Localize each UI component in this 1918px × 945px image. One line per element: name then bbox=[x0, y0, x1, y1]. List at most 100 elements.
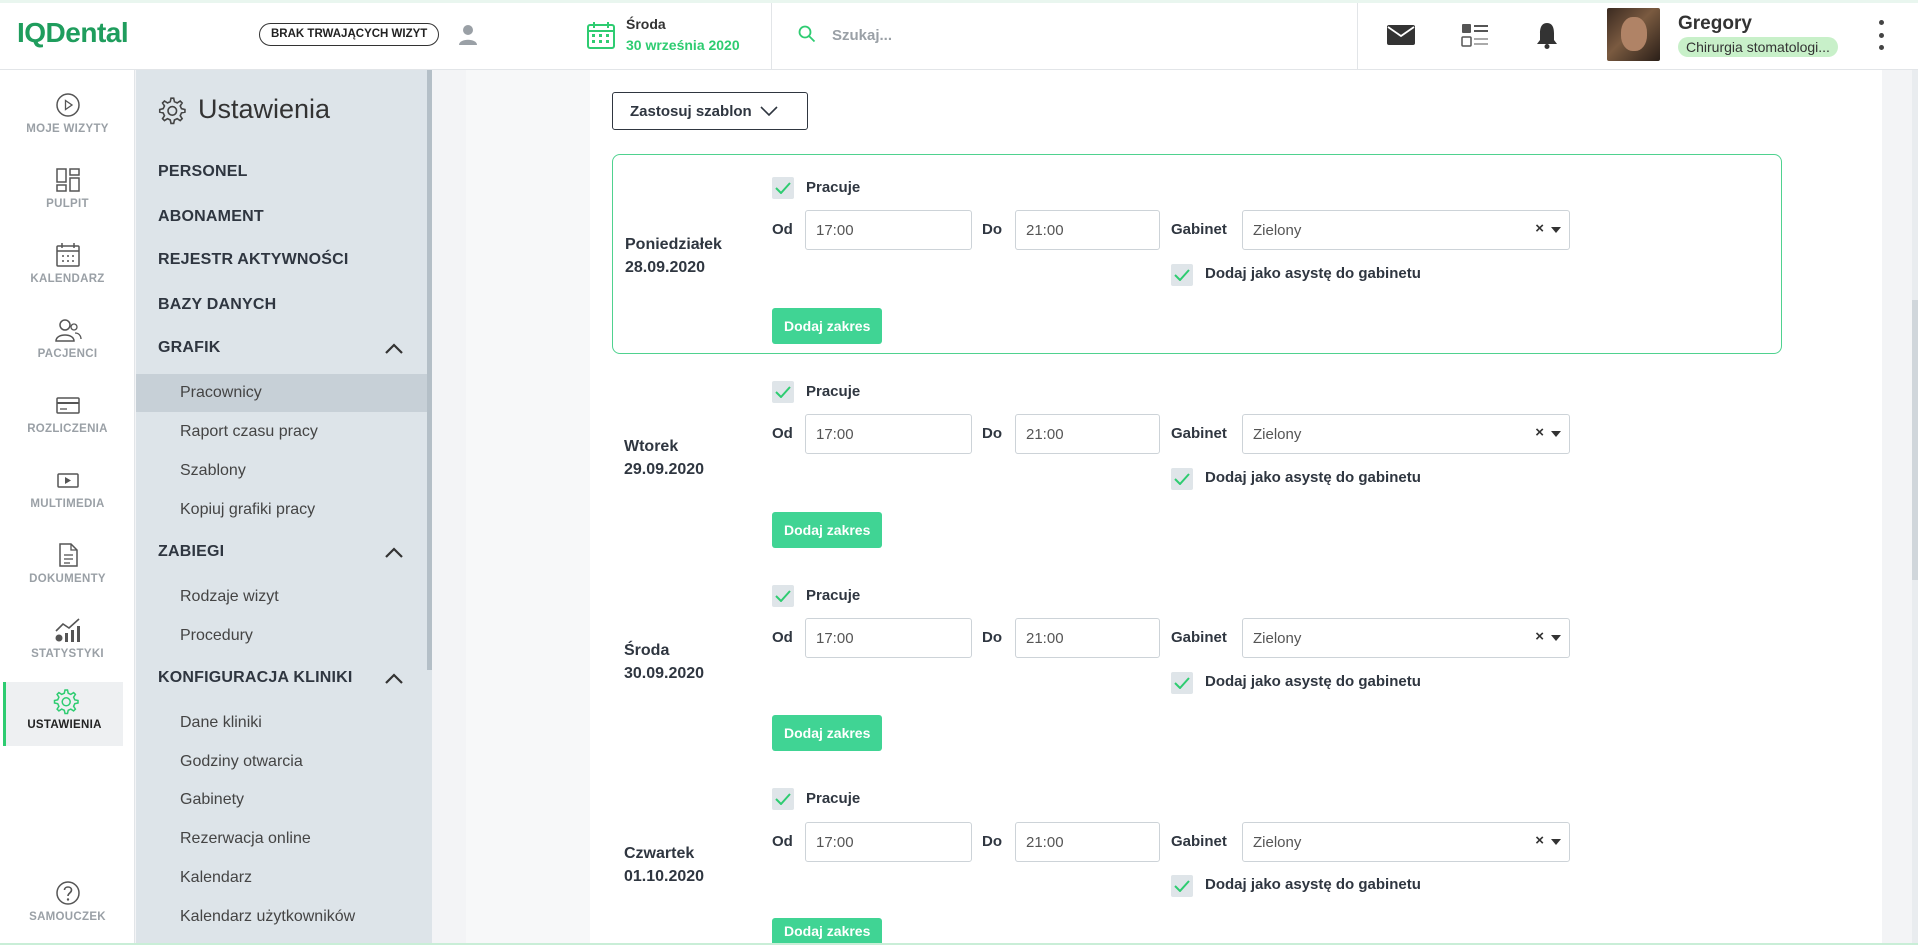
nav-pulpit[interactable]: PULPIT bbox=[0, 161, 135, 225]
caret-down-icon[interactable] bbox=[1551, 635, 1561, 641]
app-logo[interactable]: IQDental bbox=[17, 17, 129, 49]
main-nav-rail: MOJE WIZYTY PULPIT KALENDARZ PACJENCI RO… bbox=[0, 70, 135, 945]
to-time-input[interactable] bbox=[1015, 822, 1160, 862]
works-label: Pracuje bbox=[806, 587, 861, 604]
assistant-checkbox[interactable] bbox=[1171, 875, 1193, 897]
apply-template-button[interactable]: Zastosuj szablon bbox=[612, 92, 808, 130]
assistant-label: Dodaj jako asystę do gabinetu bbox=[1205, 876, 1421, 893]
works-checkbox[interactable] bbox=[772, 177, 794, 199]
submenu-dane-kliniki[interactable]: Dane kliniki bbox=[180, 714, 262, 732]
task-list-button[interactable] bbox=[1458, 18, 1492, 52]
from-time-input[interactable] bbox=[805, 210, 972, 250]
chevron-up-icon[interactable] bbox=[384, 673, 404, 685]
settings-section-konfiguracja[interactable]: KONFIGURACJA KLINIKI bbox=[158, 669, 353, 687]
submenu-raport-czasu-pracy[interactable]: Raport czasu pracy bbox=[180, 423, 318, 441]
submenu-procedury[interactable]: Procedury bbox=[180, 627, 253, 645]
checkmark-icon bbox=[775, 182, 791, 194]
patients-icon bbox=[54, 319, 82, 342]
user-avatar[interactable] bbox=[1607, 8, 1660, 61]
room-select[interactable]: Zielony × bbox=[1242, 618, 1570, 658]
search-input[interactable] bbox=[832, 22, 1312, 48]
assistant-checkbox[interactable] bbox=[1171, 468, 1193, 490]
from-time-input[interactable] bbox=[805, 414, 972, 454]
nav-kalendarz[interactable]: KALENDARZ bbox=[0, 236, 135, 300]
nav-statystyki[interactable]: STATYSTYKI bbox=[0, 611, 135, 675]
to-time-input[interactable] bbox=[1015, 618, 1160, 658]
user-silhouette-icon bbox=[459, 25, 477, 45]
caret-down-icon[interactable] bbox=[1551, 431, 1561, 437]
more-menu-button[interactable] bbox=[1875, 18, 1887, 52]
nav-ustawienia[interactable]: USTAWIENIA bbox=[3, 682, 123, 746]
add-range-button[interactable]: Dodaj zakres bbox=[772, 715, 883, 751]
nav-rozliczenia[interactable]: ROZLICZENIA bbox=[0, 386, 135, 450]
submenu-rezerwacja-online[interactable]: Rezerwacja online bbox=[180, 830, 311, 848]
works-checkbox[interactable] bbox=[772, 381, 794, 403]
nav-samouczek[interactable]: SAMOUCZEK bbox=[0, 874, 135, 938]
to-time-input[interactable] bbox=[1015, 414, 1160, 454]
to-time-input[interactable] bbox=[1015, 210, 1160, 250]
chevron-up-icon[interactable] bbox=[384, 547, 404, 559]
app-header: IQDental BRAK TRWAJĄCYCH WIZYT Środa 30 … bbox=[0, 0, 1918, 70]
add-range-button[interactable]: Dodaj zakres bbox=[772, 512, 883, 548]
gear-icon bbox=[158, 96, 186, 124]
gear-icon bbox=[53, 689, 79, 715]
settings-section-bazy[interactable]: BAZY DANYCH bbox=[158, 296, 276, 314]
chevron-up-icon[interactable] bbox=[384, 343, 404, 355]
from-time-input[interactable] bbox=[805, 618, 972, 658]
header-top-strip bbox=[0, 0, 1918, 3]
checkmark-icon bbox=[1174, 269, 1190, 281]
submenu-szablony[interactable]: Szablony bbox=[180, 462, 246, 480]
checkmark-icon bbox=[775, 386, 791, 398]
works-label: Pracuje bbox=[806, 179, 861, 196]
notifications-button[interactable] bbox=[1530, 18, 1564, 52]
submenu-godziny-otwarcia[interactable]: Godziny otwarcia bbox=[180, 753, 303, 771]
settings-section-rejestr[interactable]: REJESTR AKTYWNOŚCI bbox=[158, 251, 349, 269]
assistant-checkbox[interactable] bbox=[1171, 264, 1193, 286]
from-label: Od bbox=[772, 221, 793, 238]
submenu-rodzaje-wizyt[interactable]: Rodzaje wizyt bbox=[180, 588, 279, 606]
page-scrollbar[interactable] bbox=[1912, 70, 1918, 945]
chevron-down-icon bbox=[760, 106, 778, 116]
user-name[interactable]: Gregory bbox=[1678, 13, 1752, 35]
add-range-button[interactable]: Dodaj zakres bbox=[772, 918, 883, 943]
submenu-gabinety[interactable]: Gabinety bbox=[180, 791, 244, 809]
works-checkbox[interactable] bbox=[772, 788, 794, 810]
ongoing-visits-badge[interactable]: BRAK TRWAJĄCYCH WIZYT bbox=[259, 23, 440, 46]
clear-icon[interactable]: × bbox=[1535, 832, 1544, 849]
scrollbar-thumb[interactable] bbox=[1912, 300, 1918, 580]
add-range-button[interactable]: Dodaj zakres bbox=[772, 308, 883, 344]
assistant-checkbox[interactable] bbox=[1171, 672, 1193, 694]
room-select[interactable]: Zielony × bbox=[1242, 210, 1570, 250]
checkmark-icon bbox=[775, 590, 791, 602]
room-label: Gabinet bbox=[1171, 629, 1227, 646]
nav-pacjenci[interactable]: PACJENCI bbox=[0, 311, 135, 375]
room-select[interactable]: Zielony × bbox=[1242, 822, 1570, 862]
clear-icon[interactable]: × bbox=[1535, 220, 1544, 237]
clear-icon[interactable]: × bbox=[1535, 628, 1544, 645]
bell-icon bbox=[1537, 23, 1557, 49]
caret-down-icon[interactable] bbox=[1551, 227, 1561, 233]
caret-down-icon[interactable] bbox=[1551, 839, 1561, 845]
settings-section-abonament[interactable]: ABONAMENT bbox=[158, 208, 264, 226]
from-time-input[interactable] bbox=[805, 822, 972, 862]
room-select[interactable]: Zielony × bbox=[1242, 414, 1570, 454]
settings-section-grafik[interactable]: GRAFIK bbox=[158, 339, 221, 357]
clear-icon[interactable]: × bbox=[1535, 424, 1544, 441]
settings-section-personel[interactable]: PERSONEL bbox=[158, 163, 248, 181]
settings-section-zabiegi[interactable]: ZABIEGI bbox=[158, 543, 224, 561]
day-name: Poniedziałek bbox=[625, 236, 722, 253]
submenu-kopiuj-grafiki[interactable]: Kopiuj grafiki pracy bbox=[180, 501, 315, 519]
calendar-icon bbox=[55, 243, 80, 267]
submenu-pracownicy[interactable]: Pracownicy bbox=[180, 384, 262, 402]
calendar-icon[interactable] bbox=[586, 20, 616, 50]
nav-moje-wizyty[interactable]: MOJE WIZYTY bbox=[0, 86, 135, 150]
settings-scrollbar[interactable] bbox=[427, 70, 432, 670]
nav-multimedia[interactable]: MULTIMEDIA bbox=[0, 461, 135, 525]
nav-dokumenty[interactable]: DOKUMENTY bbox=[0, 536, 135, 600]
envelope-icon bbox=[1387, 25, 1415, 45]
header-divider bbox=[1357, 3, 1358, 70]
submenu-kalendarz-uzytkownikow[interactable]: Kalendarz użytkowników bbox=[180, 908, 355, 926]
works-checkbox[interactable] bbox=[772, 585, 794, 607]
messages-button[interactable] bbox=[1384, 18, 1418, 52]
submenu-kalendarz[interactable]: Kalendarz bbox=[180, 869, 252, 887]
